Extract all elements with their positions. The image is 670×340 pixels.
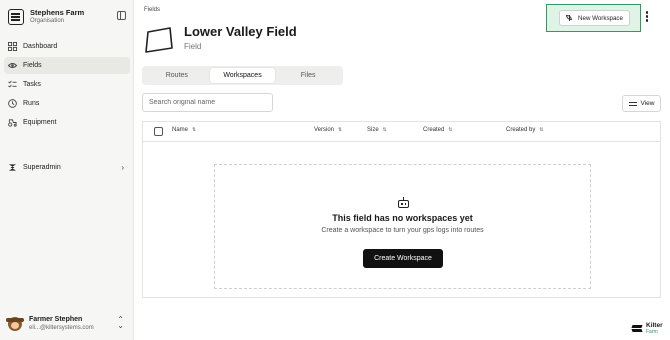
tractor-icon [8, 119, 17, 127]
new-workspace-highlight: New Workspace [546, 4, 641, 32]
sort-icon: ⇅ [539, 127, 544, 133]
tab-workspaces[interactable]: Workspaces [209, 68, 276, 83]
column-label: Size [367, 127, 379, 133]
sidebar-item-label: Superadmin [23, 164, 61, 171]
sidebar-item-superadmin[interactable]: Superadmin › [4, 159, 130, 176]
user-menu[interactable]: Farmer Stephen eli...@kiltersystems.com … [6, 313, 128, 335]
sort-icon: ⇅ [382, 127, 387, 133]
column-label: Created by [506, 127, 536, 133]
sidebar-item-label: Tasks [23, 81, 41, 88]
column-header-version[interactable]: Version ⇅ [314, 127, 342, 133]
workspaces-table: Name ⇅ Version ⇅ Size ⇅ Created ⇅ Created by… [142, 121, 661, 298]
search-input[interactable] [142, 93, 273, 112]
new-workspace-label: New Workspace [578, 14, 623, 22]
collapse-sidebar-icon[interactable] [117, 11, 126, 20]
page-subtitle: Field [184, 42, 202, 51]
more-options-icon[interactable] [645, 11, 649, 23]
sidebar-item-tasks[interactable]: Tasks [4, 76, 130, 93]
sliders-icon [628, 101, 637, 107]
table-header: Name ⇅ Version ⇅ Size ⇅ Created ⇅ Created by… [143, 122, 660, 142]
page-title: Lower Valley Field [184, 24, 297, 39]
brand-sub: Farm [646, 328, 658, 335]
column-header-created-by[interactable]: Created by ⇅ [506, 127, 544, 133]
column-label: Version [314, 127, 335, 133]
new-workspace-button[interactable]: New Workspace [559, 10, 630, 26]
sidebar-item-dashboard[interactable]: Dashboard [4, 38, 130, 55]
org-name: Stephens Farm [30, 8, 85, 18]
create-workspace-button[interactable]: Create Workspace [363, 249, 443, 268]
select-all-checkbox[interactable] [154, 127, 163, 136]
org-switcher[interactable]: Stephens Farm Organisation [8, 7, 128, 27]
sidebar-item-label: Equipment [23, 119, 57, 126]
view-button-label: View [640, 100, 655, 107]
org-subtitle: Organisation [30, 17, 65, 24]
dashboard-grid-icon [8, 42, 17, 51]
tasks-list-icon [8, 80, 17, 88]
sidebar-item-fields[interactable]: Fields [4, 57, 130, 74]
tab-routes[interactable]: Routes [144, 68, 210, 83]
sort-icon: ⇅ [448, 127, 453, 133]
sprout-icon [566, 14, 574, 22]
tab-files[interactable]: Files [275, 68, 341, 83]
sort-icon: ⇅ [192, 127, 197, 133]
column-header-created[interactable]: Created ⇅ [423, 127, 453, 133]
view-button[interactable]: View [622, 95, 661, 112]
chevron-up-down-icon: ⌃ ⌄ [117, 315, 124, 330]
sidebar-nav: Dashboard Fields Tasks Runs Equipment [4, 38, 130, 133]
sidebar-item-runs[interactable]: Runs [4, 95, 130, 112]
tab-bar: Routes Workspaces Files [142, 66, 343, 85]
column-header-name[interactable]: Name ⇅ [172, 127, 196, 133]
user-email: eli...@kiltersystems.com [29, 324, 94, 331]
sidebar: Stephens Farm Organisation Dashboard Fie… [0, 0, 134, 340]
field-shape-icon [145, 27, 173, 53]
sidebar-item-label: Dashboard [23, 43, 58, 50]
clock-icon [8, 99, 17, 108]
robot-icon [397, 197, 410, 209]
org-logo-icon [8, 9, 24, 25]
brand-logo: Kilter Farm [632, 322, 663, 335]
empty-state: This field has no workspaces yet Create … [214, 164, 591, 289]
empty-state-title: This field has no workspaces yet [332, 213, 473, 223]
avatar [6, 317, 24, 331]
user-name: Farmer Stephen [29, 316, 83, 324]
empty-state-subtitle: Create a workspace to turn your gps logs… [321, 227, 484, 234]
superadmin-logo-icon [8, 164, 17, 171]
column-label: Name [172, 127, 189, 133]
column-header-size[interactable]: Size ⇅ [367, 127, 387, 133]
kilter-logo-icon [632, 324, 642, 334]
column-label: Created [423, 127, 445, 133]
sidebar-item-label: Runs [23, 100, 40, 107]
sort-icon: ⇅ [338, 127, 343, 133]
sidebar-item-label: Fields [23, 62, 42, 69]
breadcrumb[interactable]: Fields [144, 7, 160, 13]
sidebar-item-equipment[interactable]: Equipment [4, 114, 130, 131]
chevron-right-icon: › [121, 163, 124, 172]
eye-field-icon [8, 63, 17, 68]
